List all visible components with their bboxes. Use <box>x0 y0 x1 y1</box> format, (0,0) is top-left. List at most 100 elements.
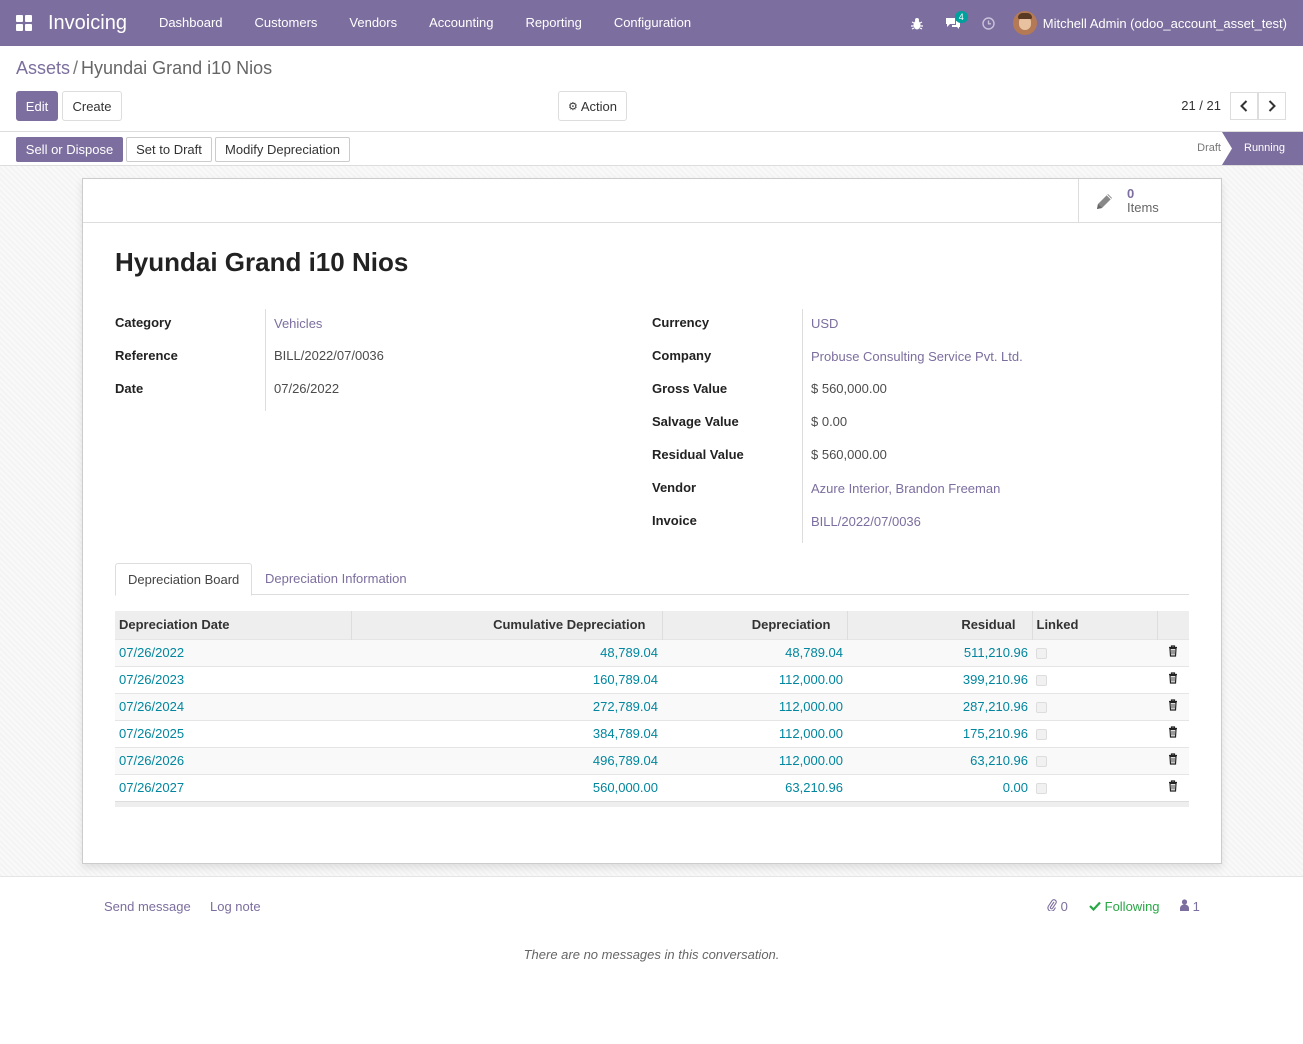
pager-next-button[interactable] <box>1258 92 1286 120</box>
menu-accounting[interactable]: Accounting <box>413 0 509 46</box>
row-linked-cell <box>1032 665 1157 693</box>
menu-reporting[interactable]: Reporting <box>509 0 597 46</box>
check-icon <box>1089 899 1105 914</box>
row-date[interactable]: 07/26/2027 <box>115 773 351 801</box>
row-depreciation[interactable]: 48,789.04 <box>662 638 847 666</box>
table-row[interactable]: 07/26/2024 272,789.04 112,000.00 287,210… <box>115 692 1189 720</box>
modify-depreciation-button[interactable]: Modify Depreciation <box>215 137 350 162</box>
row-delete[interactable] <box>1157 692 1189 720</box>
action-button[interactable]: ⚙ Action <box>558 91 627 121</box>
stage-running[interactable]: Running <box>1222 132 1303 165</box>
row-depreciation[interactable]: 112,000.00 <box>662 665 847 693</box>
row-linked-cell <box>1032 638 1157 666</box>
table-row[interactable]: 07/26/2026 496,789.04 112,000.00 63,210.… <box>115 746 1189 774</box>
row-depreciation[interactable]: 112,000.00 <box>662 692 847 720</box>
row-cumulative[interactable]: 160,789.04 <box>351 665 662 693</box>
salvage-value-value: $ 0.00 <box>811 414 848 429</box>
attachments-button[interactable]: 0 <box>1047 899 1068 914</box>
edit-button[interactable]: Edit <box>16 91 58 121</box>
row-date[interactable]: 07/26/2024 <box>115 692 351 720</box>
linked-checkbox <box>1036 702 1047 714</box>
invoice-value[interactable]: BILL/2022/07/0036 <box>811 514 921 529</box>
messages-icon[interactable]: 4 <box>935 0 971 46</box>
row-cumulative[interactable]: 560,000.00 <box>351 773 662 801</box>
row-delete[interactable] <box>1157 746 1189 774</box>
tab-depreciation-information[interactable]: Depreciation Information <box>253 563 419 595</box>
company-label: Company <box>652 348 712 363</box>
menu-configuration[interactable]: Configuration <box>598 0 707 46</box>
col-residual[interactable]: Residual <box>846 611 1032 639</box>
row-cumulative[interactable]: 272,789.04 <box>351 692 662 720</box>
user-menu[interactable]: Mitchell Admin (odoo_account_asset_test) <box>1012 11 1287 35</box>
activity-clock-icon[interactable] <box>971 0 1007 46</box>
col-cumulative-depreciation[interactable]: Cumulative Depreciation <box>350 611 662 639</box>
stage-draft[interactable]: Draft <box>1197 132 1221 165</box>
chevron-left-icon <box>1240 100 1248 112</box>
table-row[interactable]: 07/26/2027 560,000.00 63,210.96 0.00 <box>115 773 1189 801</box>
user-avatar <box>1012 11 1037 35</box>
row-date[interactable]: 07/26/2026 <box>115 746 351 774</box>
record-title: Hyundai Grand i10 Nios <box>115 247 409 277</box>
row-residual[interactable]: 0.00 <box>847 773 1032 801</box>
row-residual[interactable]: 511,210.96 <box>847 638 1032 666</box>
row-delete[interactable] <box>1157 638 1189 666</box>
row-cumulative[interactable]: 48,789.04 <box>351 638 662 666</box>
trash-icon <box>1169 672 1177 684</box>
trash-icon <box>1169 780 1177 792</box>
vendor-value[interactable]: Azure Interior, Brandon Freeman <box>811 481 1000 496</box>
company-value[interactable]: Probuse Consulting Service Pvt. Ltd. <box>811 349 1023 364</box>
menu-vendors[interactable]: Vendors <box>333 0 413 46</box>
create-button[interactable]: Create <box>62 91 122 121</box>
row-residual[interactable]: 287,210.96 <box>847 692 1032 720</box>
row-delete[interactable] <box>1157 665 1189 693</box>
row-residual[interactable]: 63,210.96 <box>847 746 1032 774</box>
menu-dashboard[interactable]: Dashboard <box>143 0 239 46</box>
menu-customers[interactable]: Customers <box>239 0 334 46</box>
table-row[interactable]: 07/26/2022 48,789.04 48,789.04 511,210.9… <box>115 638 1189 666</box>
set-to-draft-button[interactable]: Set to Draft <box>126 137 212 162</box>
row-cumulative[interactable]: 496,789.04 <box>351 746 662 774</box>
row-depreciation[interactable]: 112,000.00 <box>662 719 847 747</box>
messages-badge: 4 <box>954 11 968 23</box>
row-date[interactable]: 07/26/2023 <box>115 665 351 693</box>
row-date[interactable]: 07/26/2025 <box>115 719 351 747</box>
apps-menu-icon[interactable] <box>0 0 48 46</box>
row-delete[interactable] <box>1157 773 1189 801</box>
row-delete[interactable] <box>1157 719 1189 747</box>
button-box: 0 Items <box>83 179 1221 223</box>
send-message-button[interactable]: Send message <box>104 899 191 914</box>
items-stat-button[interactable]: 0 Items <box>1078 179 1221 223</box>
category-value[interactable]: Vehicles <box>274 316 322 331</box>
main-menu: Dashboard Customers Vendors Accounting R… <box>143 0 707 46</box>
pager-value[interactable]: 21 / 21 <box>1181 98 1221 113</box>
debug-bug-icon[interactable] <box>899 0 935 46</box>
trash-icon <box>1169 699 1177 711</box>
pager-previous-button[interactable] <box>1230 92 1258 120</box>
row-residual[interactable]: 175,210.96 <box>847 719 1032 747</box>
row-depreciation[interactable]: 63,210.96 <box>662 773 847 801</box>
user-icon <box>1180 899 1193 914</box>
col-depreciation[interactable]: Depreciation <box>661 611 847 639</box>
row-date[interactable]: 07/26/2022 <box>115 638 351 666</box>
col-linked[interactable]: Linked <box>1031 611 1157 639</box>
row-linked-cell <box>1032 773 1157 801</box>
no-messages-text: There are no messages in this conversati… <box>523 947 780 962</box>
currency-value[interactable]: USD <box>811 316 838 331</box>
row-residual[interactable]: 399,210.96 <box>847 665 1032 693</box>
col-depreciation-date[interactable]: Depreciation Date <box>115 611 351 639</box>
sell-or-dispose-button[interactable]: Sell or Dispose <box>16 137 123 162</box>
breadcrumb-separator: / <box>73 58 79 78</box>
app-name[interactable]: Invoicing <box>48 12 127 35</box>
following-button[interactable]: Following <box>1089 899 1160 914</box>
table-row[interactable]: 07/26/2023 160,789.04 112,000.00 399,210… <box>115 665 1189 693</box>
row-depreciation[interactable]: 112,000.00 <box>662 746 847 774</box>
followers-button[interactable]: 1 <box>1180 899 1200 914</box>
tab-depreciation-board[interactable]: Depreciation Board <box>115 563 253 596</box>
status-bar: Sell or Dispose Set to Draft Modify Depr… <box>0 131 1303 166</box>
table-row[interactable]: 07/26/2025 384,789.04 112,000.00 175,210… <box>115 719 1189 747</box>
log-note-button[interactable]: Log note <box>210 899 261 914</box>
linked-checkbox <box>1036 783 1047 795</box>
gross-value-label: Gross Value <box>652 381 728 396</box>
breadcrumb-assets-link[interactable]: Assets <box>16 58 70 78</box>
row-cumulative[interactable]: 384,789.04 <box>351 719 662 747</box>
